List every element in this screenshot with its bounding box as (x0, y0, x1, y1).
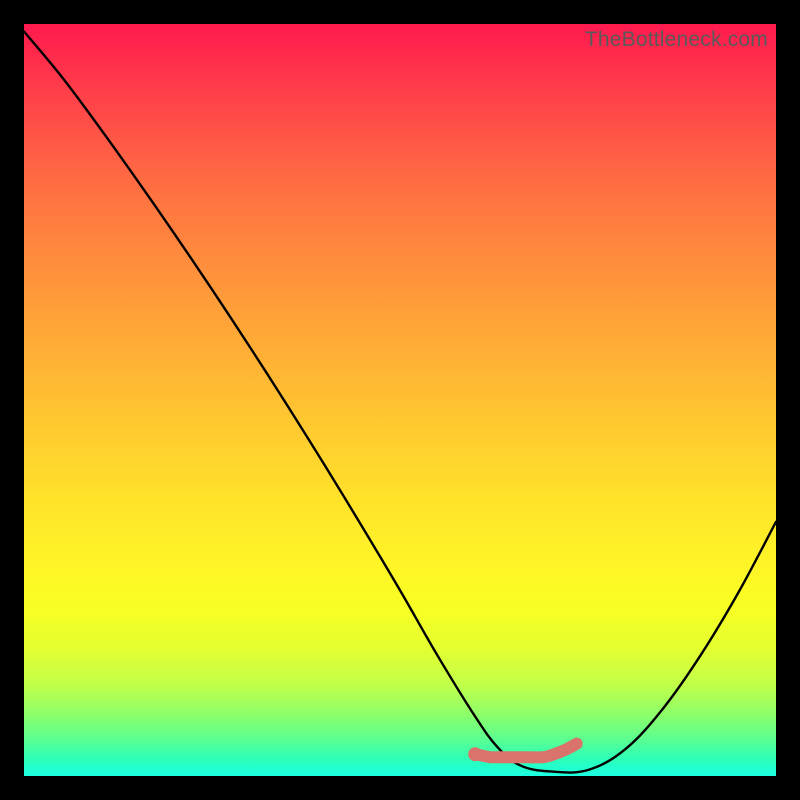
optimal-start-point (468, 747, 482, 761)
bottleneck-curve-path (24, 32, 776, 773)
chart-frame: TheBottleneck.com (0, 0, 800, 800)
chart-svg (24, 24, 776, 776)
plot-area: TheBottleneck.com (24, 24, 776, 776)
optimal-segment-path (475, 744, 577, 758)
